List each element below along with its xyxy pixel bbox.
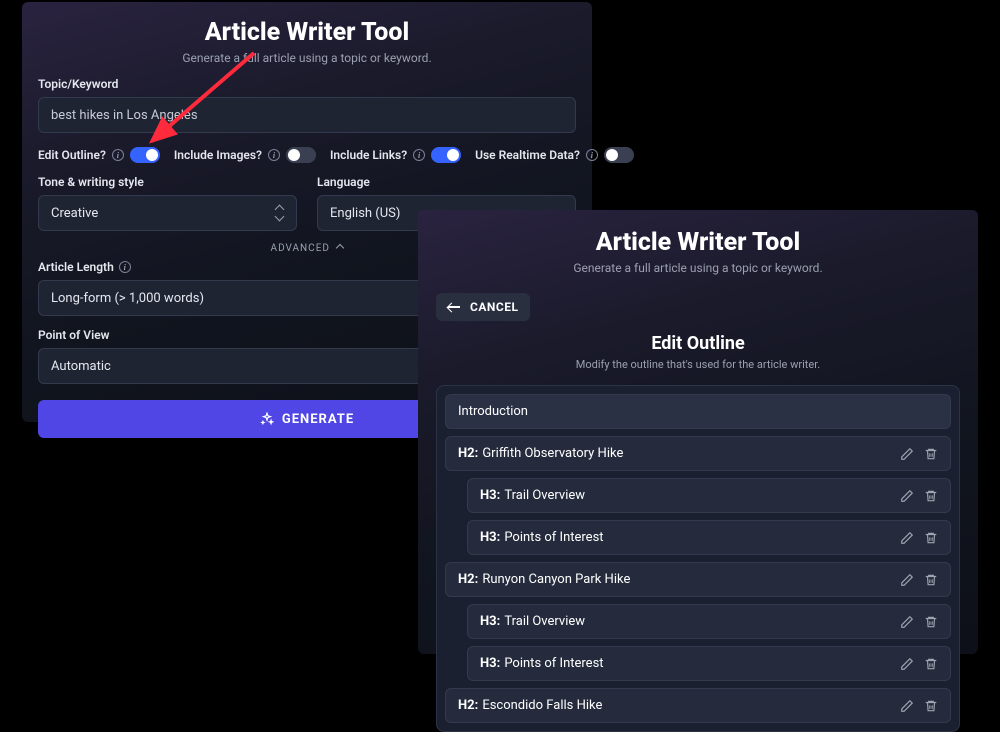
pencil-icon[interactable] (900, 657, 914, 671)
trash-icon[interactable] (924, 657, 938, 671)
language-value: English (US) (330, 206, 400, 221)
topic-input[interactable]: best hikes in Los Angeles (38, 97, 576, 133)
outline-list: Introduction H2:Griffith Observatory Hike… (436, 385, 960, 732)
trash-icon[interactable] (924, 615, 938, 629)
info-icon[interactable]: i (119, 261, 131, 273)
language-label: Language (317, 175, 576, 189)
realtime-label: Use Realtime Data? (475, 148, 580, 162)
topic-label: Topic/Keyword (38, 77, 576, 91)
length-value: Long-form (> 1,000 words) (51, 291, 204, 306)
pencil-icon[interactable] (900, 531, 914, 545)
outline-item-text: H3:Points of Interest (480, 656, 604, 671)
edit-outline-toggle[interactable] (130, 147, 160, 163)
include-images-toggle[interactable] (286, 147, 316, 163)
cancel-label: CANCEL (470, 300, 518, 314)
options-row: Edit Outline? i Include Images? i Includ… (38, 147, 576, 163)
trash-icon[interactable] (924, 699, 938, 713)
pencil-icon[interactable] (900, 447, 914, 461)
arrow-left-icon (448, 302, 462, 312)
outline-item-actions (900, 531, 938, 545)
include-links-toggle[interactable] (431, 147, 461, 163)
outline-item-h3[interactable]: H3:Points of Interest (467, 646, 951, 681)
outline-item-text: H3:Trail Overview (480, 488, 585, 503)
info-icon[interactable]: i (586, 149, 598, 161)
sparkle-icon (260, 412, 274, 426)
outline-item-text: H2:Griffith Observatory Hike (458, 446, 623, 461)
pencil-icon[interactable] (900, 573, 914, 587)
outline-item-text: Introduction (458, 404, 528, 419)
advanced-label: ADVANCED (271, 243, 330, 254)
include-links-label: Include Links? (330, 148, 407, 162)
outline-item-actions (900, 489, 938, 503)
outline-item-text: H2:Escondido Falls Hike (458, 698, 602, 713)
page-subtitle: Generate a full article using a topic or… (436, 261, 960, 275)
generate-button-label: GENERATE (282, 412, 354, 427)
pencil-icon[interactable] (900, 615, 914, 629)
page-title: Article Writer Tool (38, 18, 576, 47)
trash-icon[interactable] (924, 447, 938, 461)
outline-item-h2[interactable]: H2:Runyon Canyon Park Hike (445, 562, 951, 597)
edit-outline-panel: Article Writer Tool Generate a full arti… (418, 210, 978, 654)
page-subtitle: Generate a full article using a topic or… (38, 51, 576, 65)
outline-item-actions (900, 699, 938, 713)
page-title: Article Writer Tool (436, 228, 960, 257)
outline-item-text: H3:Points of Interest (480, 530, 604, 545)
include-images-label: Include Images? (174, 148, 262, 162)
tone-label: Tone & writing style (38, 175, 297, 189)
info-icon[interactable]: i (268, 149, 280, 161)
tone-select[interactable]: Creative (38, 195, 297, 231)
outline-item-actions (900, 657, 938, 671)
trash-icon[interactable] (924, 531, 938, 545)
info-icon[interactable]: i (413, 149, 425, 161)
outline-item-intro[interactable]: Introduction (445, 394, 951, 429)
outline-item-h2[interactable]: H2:Escondido Falls Hike (445, 688, 951, 723)
outline-item-actions (900, 615, 938, 629)
trash-icon[interactable] (924, 489, 938, 503)
tone-value: Creative (51, 206, 98, 221)
chevron-updown-icon (274, 206, 284, 220)
outline-item-h3[interactable]: H3:Trail Overview (467, 478, 951, 513)
edit-outline-label: Edit Outline? (38, 148, 106, 162)
outline-item-text: H3:Trail Overview (480, 614, 585, 629)
outline-item-text: H2:Runyon Canyon Park Hike (458, 572, 630, 587)
info-icon[interactable]: i (112, 149, 124, 161)
pencil-icon[interactable] (900, 489, 914, 503)
chevron-up-icon (336, 244, 344, 252)
topic-input-value: best hikes in Los Angeles (51, 108, 198, 123)
outline-item-actions (900, 573, 938, 587)
cancel-button[interactable]: CANCEL (436, 293, 530, 321)
outline-item-h3[interactable]: H3:Points of Interest (467, 520, 951, 555)
outline-item-h3[interactable]: H3:Trail Overview (467, 604, 951, 639)
section-title: Edit Outline (436, 333, 960, 354)
realtime-toggle[interactable] (604, 147, 634, 163)
section-subtitle: Modify the outline that's used for the a… (436, 358, 960, 371)
pov-value: Automatic (51, 359, 111, 374)
outline-item-h2[interactable]: H2:Griffith Observatory Hike (445, 436, 951, 471)
outline-item-actions (900, 447, 938, 461)
pencil-icon[interactable] (900, 699, 914, 713)
trash-icon[interactable] (924, 573, 938, 587)
